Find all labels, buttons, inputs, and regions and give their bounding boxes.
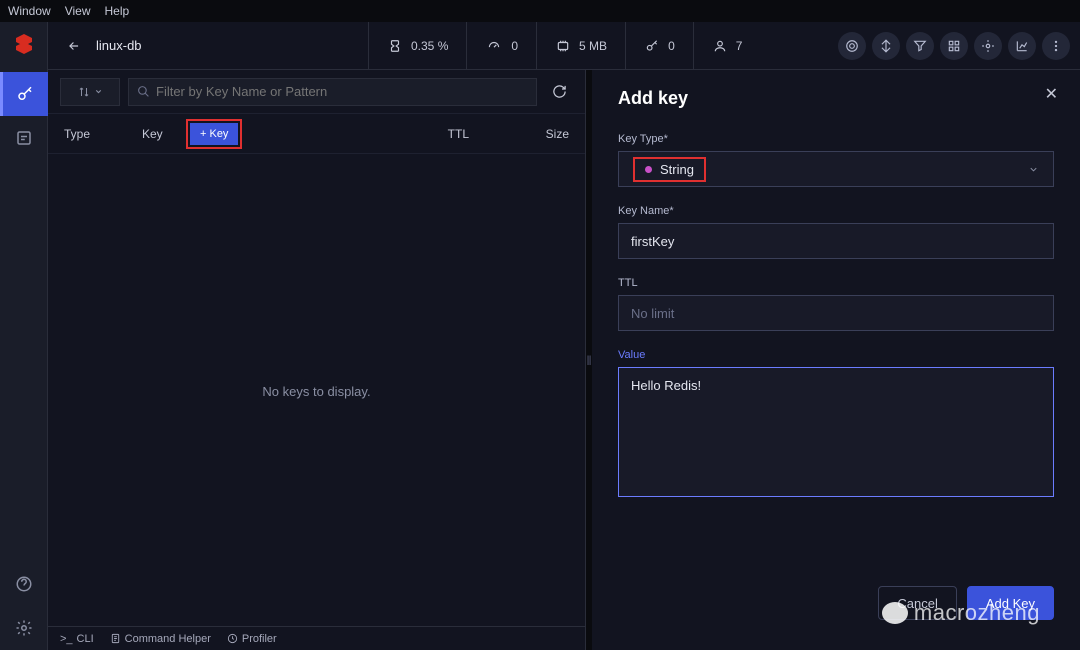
topbar: linux-db 0.35 % 0 5 MB 0	[48, 22, 1080, 70]
stat-speed: 0	[466, 22, 536, 69]
toolbar-more-icon[interactable]	[1042, 32, 1070, 60]
app-sidebar	[0, 22, 48, 650]
database-name: linux-db	[96, 38, 142, 53]
type-bullet-icon	[645, 166, 652, 173]
stat-keys: 0	[625, 22, 693, 69]
menu-help[interactable]: Help	[104, 4, 129, 18]
chevron-down-icon	[1028, 164, 1039, 175]
redis-logo-icon	[6, 26, 42, 62]
empty-state: No keys to display.	[48, 154, 585, 626]
document-icon	[110, 633, 121, 644]
bottom-tabs: >_ CLI Command Helper Profiler	[48, 626, 585, 650]
search-input-wrapper[interactable]	[128, 78, 537, 106]
stat-clients: 7	[693, 22, 761, 69]
toolbar-gear-icon[interactable]	[974, 32, 1002, 60]
panel-title: Add key	[618, 88, 1054, 109]
search-icon	[137, 85, 150, 98]
add-key-highlight: + Key	[186, 119, 242, 149]
nav-keys[interactable]	[0, 72, 48, 116]
nav-help[interactable]	[0, 562, 48, 606]
key-type-value: String	[660, 162, 694, 177]
stat-memory: 5 MB	[536, 22, 625, 69]
submit-button[interactable]: Add Key	[967, 586, 1054, 620]
toolbar-icon-4[interactable]	[940, 32, 968, 60]
refresh-button[interactable]	[545, 78, 573, 106]
tab-command-helper[interactable]: Command Helper	[110, 633, 211, 645]
value-textarea[interactable]	[618, 367, 1054, 497]
close-icon[interactable]: ✕	[1045, 84, 1058, 104]
terminal-icon: >_	[60, 633, 73, 645]
filter-type-dropdown[interactable]	[60, 78, 120, 106]
add-key-panel: ✕ Add key Key Type* String	[592, 70, 1080, 650]
stat-percent: 0.35 %	[368, 22, 466, 69]
menu-window[interactable]: Window	[8, 4, 51, 18]
menu-view[interactable]: View	[65, 4, 91, 18]
back-arrow-icon[interactable]	[64, 39, 84, 53]
add-key-button[interactable]: + Key	[190, 123, 238, 145]
toolbar-icon-2[interactable]	[872, 32, 900, 60]
nav-workbench[interactable]	[0, 116, 48, 160]
keys-panel: Type Key + Key TTL Size No keys to displ…	[48, 70, 586, 650]
toolbar-chart-icon[interactable]	[1008, 32, 1036, 60]
menubar: Window View Help	[0, 0, 1080, 22]
key-name-input[interactable]	[618, 223, 1054, 259]
header-key: Key	[142, 127, 186, 141]
ttl-label: TTL	[618, 277, 1054, 289]
nav-settings[interactable]	[0, 606, 48, 650]
header-size: Size	[509, 127, 569, 141]
key-type-dropdown[interactable]: String	[618, 151, 1054, 187]
keys-table-header: Type Key + Key TTL Size	[48, 114, 585, 154]
ttl-input[interactable]	[618, 295, 1054, 331]
key-name-label: Key Name*	[618, 205, 1054, 217]
tab-profiler[interactable]: Profiler	[227, 633, 277, 645]
toolbar-icon-1[interactable]	[838, 32, 866, 60]
clock-icon	[227, 633, 238, 644]
key-type-label: Key Type*	[618, 133, 1054, 145]
tab-cli[interactable]: >_ CLI	[60, 633, 94, 645]
toolbar-icon-3[interactable]	[906, 32, 934, 60]
value-label: Value	[618, 349, 1054, 361]
cancel-button[interactable]: Cancel	[878, 586, 956, 620]
header-type: Type	[64, 127, 142, 141]
search-input[interactable]	[156, 84, 528, 99]
chevron-down-icon	[94, 87, 103, 96]
header-ttl: TTL	[409, 127, 509, 141]
